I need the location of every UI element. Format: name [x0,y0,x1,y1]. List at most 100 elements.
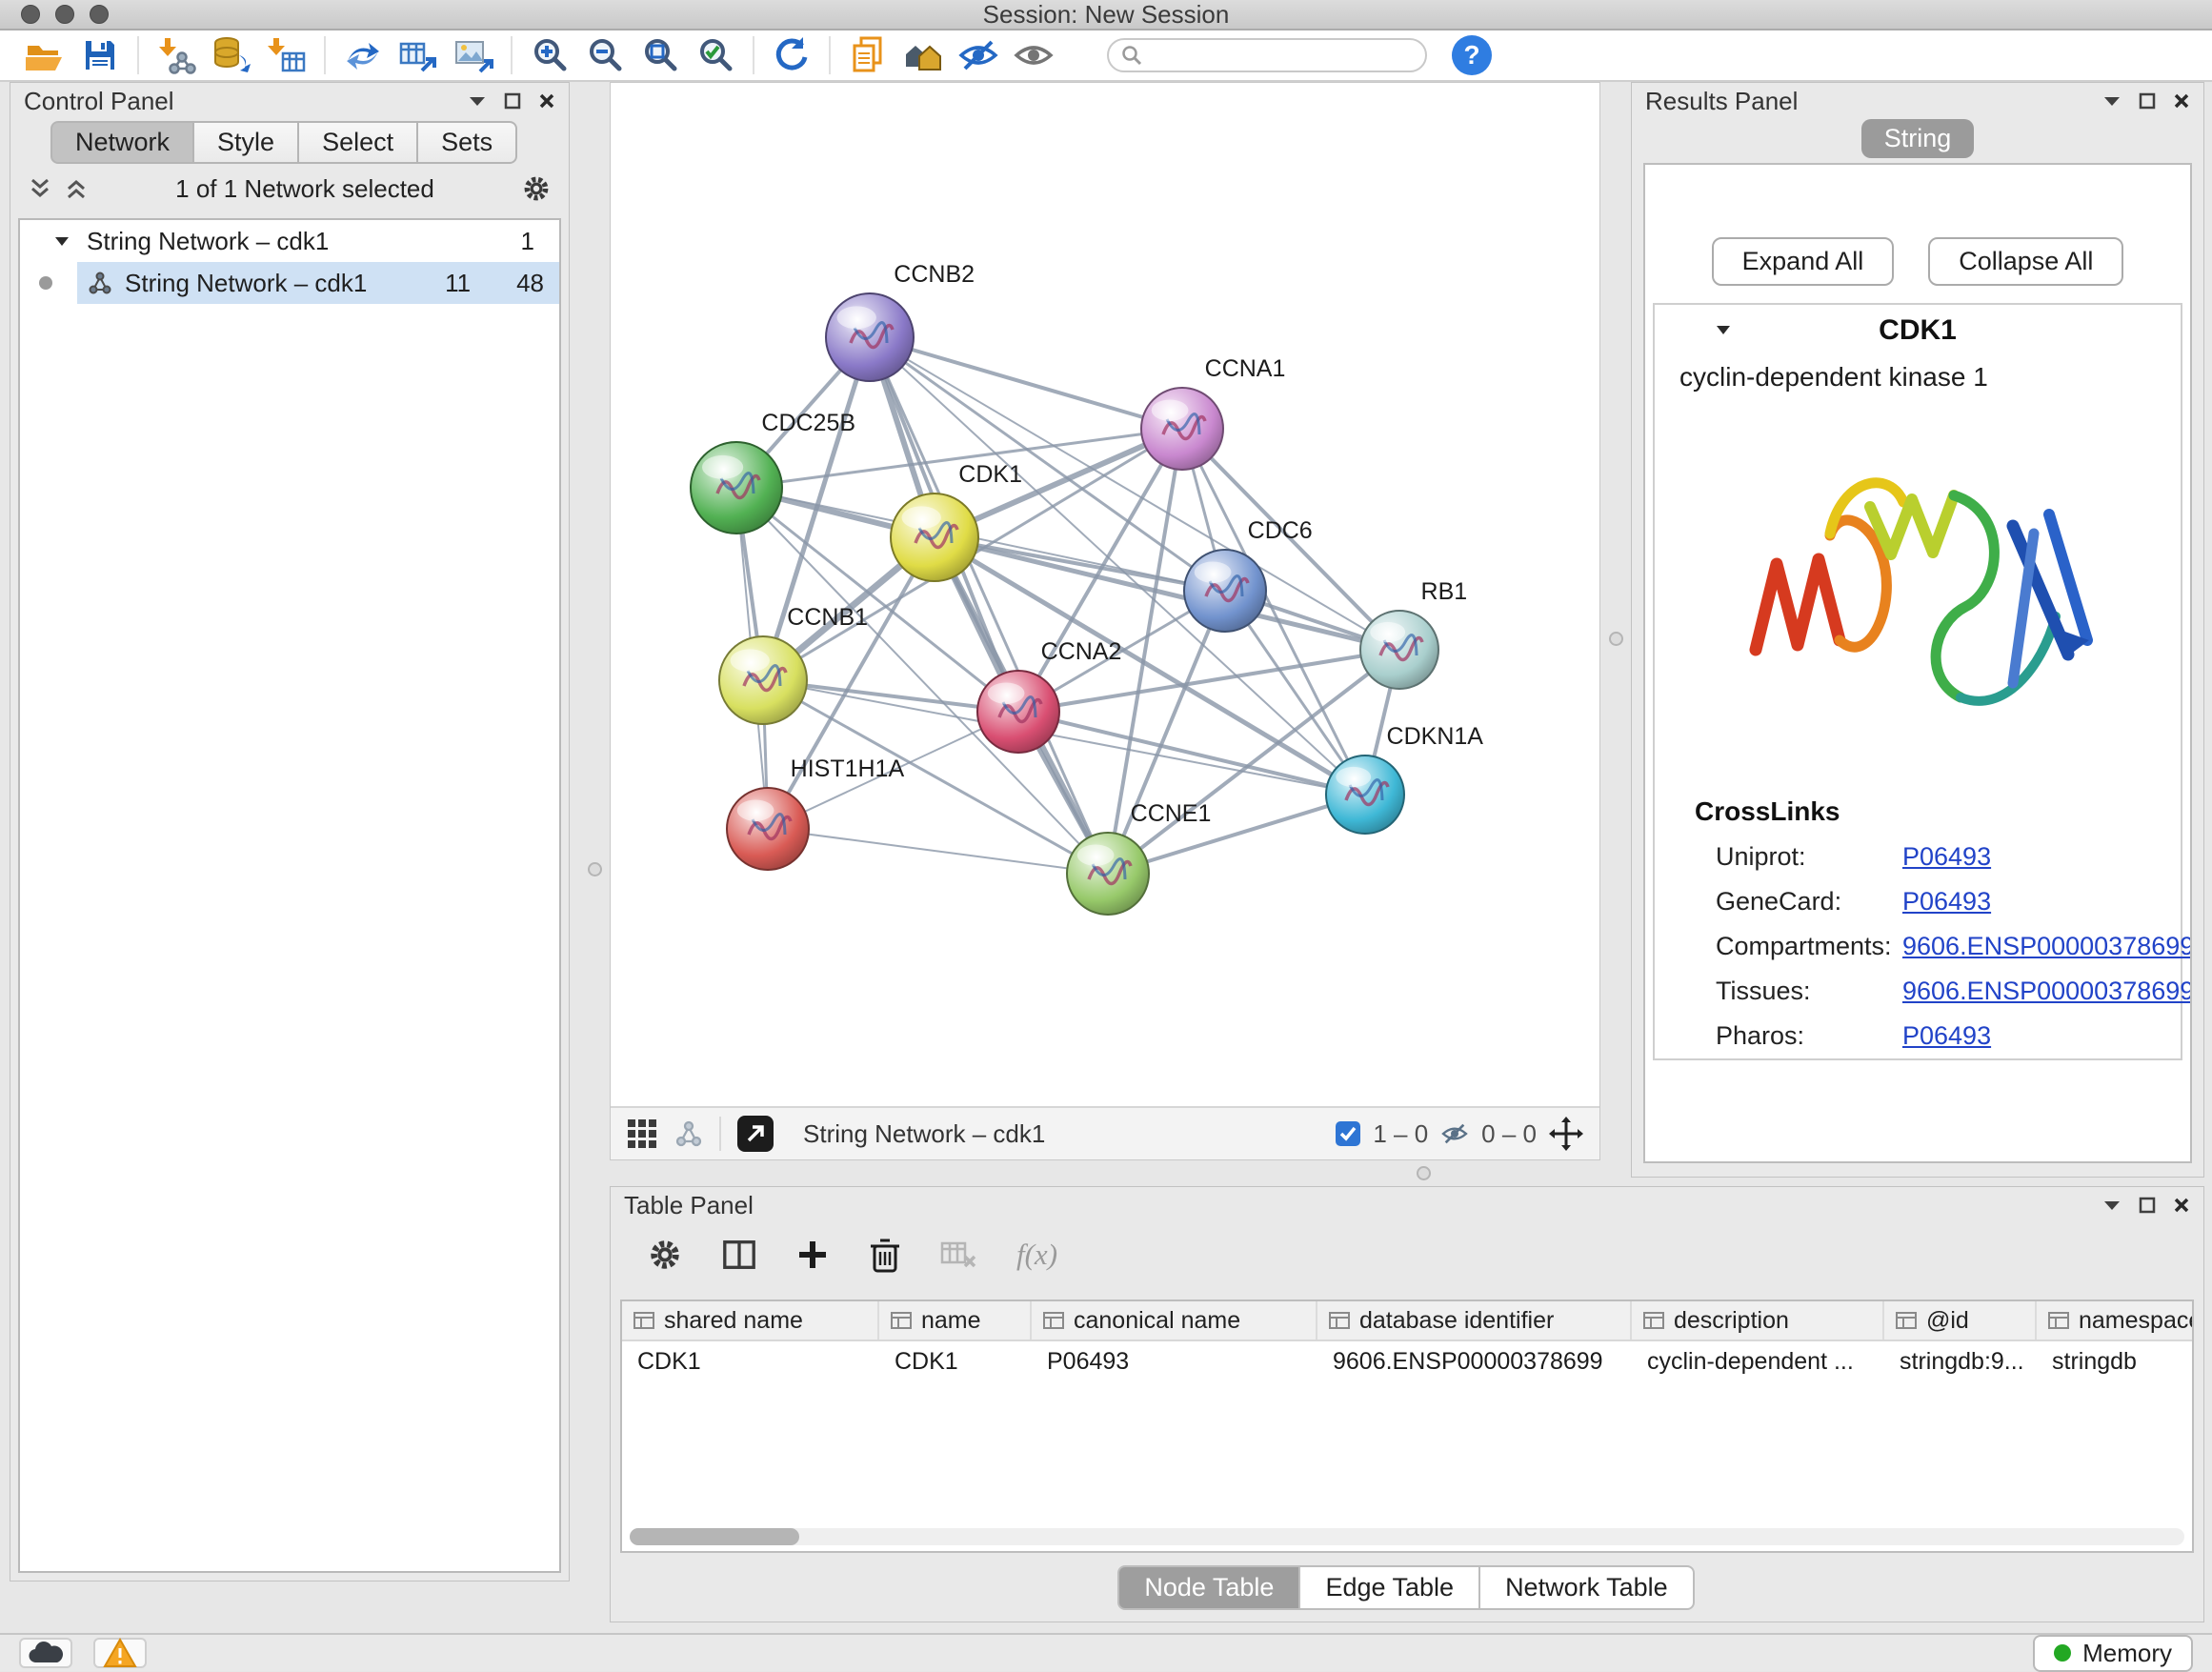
network-node-HIST1H1A[interactable] [727,788,809,870]
network-edge[interactable] [870,337,1108,874]
import-network-from-file-button[interactable] [149,32,204,78]
network-node-CCNE1[interactable] [1067,833,1149,915]
panel-float-icon[interactable] [2139,92,2156,110]
refresh-view-button[interactable] [764,32,819,78]
detach-view-icon[interactable] [736,1115,774,1153]
disclosure-triangle-icon[interactable] [54,235,70,247]
table-row[interactable]: CDK1CDK1P064939606.ENSP00000378699cyclin… [622,1341,2192,1381]
tab-network-table[interactable]: Network Table [1478,1565,1695,1610]
network-node-CDC25B[interactable] [691,442,782,534]
panel-menu-icon[interactable] [468,94,487,108]
string-home-button[interactable] [895,32,951,78]
cloud-button[interactable] [19,1638,72,1668]
network-node-CCNB1[interactable] [719,636,807,724]
minimize-window-button[interactable] [55,5,74,24]
panel-float-icon[interactable] [2139,1197,2156,1214]
expand-all-icon[interactable] [64,176,89,201]
table-cell[interactable]: 9606.ENSP00000378699 [1317,1348,1632,1376]
panel-close-icon[interactable] [2173,92,2190,110]
bottom-splitter-handle[interactable] [1417,1166,1431,1180]
panel-close-icon[interactable] [2173,1197,2190,1214]
crosslink-link[interactable]: 9606.ENSP00000378699 [1902,932,2192,961]
network-row[interactable]: String Network – cdk1 11 48 [20,262,559,304]
table-cell[interactable]: P06493 [1032,1348,1317,1376]
close-window-button[interactable] [21,5,40,24]
network-overview-icon[interactable] [674,1118,704,1149]
export-table-button[interactable] [391,32,446,78]
memory-button[interactable]: Memory [2033,1635,2193,1672]
tab-network[interactable]: Network [50,121,194,164]
network-node-CCNB2[interactable] [826,293,914,381]
network-node-CDKN1A[interactable] [1326,755,1404,834]
table-settings-gear-icon[interactable] [647,1237,683,1273]
column-header[interactable]: name [879,1301,1032,1340]
network-node-RB1[interactable] [1360,611,1438,689]
collapse-all-icon[interactable] [28,176,52,201]
table-cell[interactable]: CDK1 [622,1348,879,1376]
warnings-button[interactable] [93,1638,147,1668]
network-node-CCNA1[interactable] [1141,388,1223,470]
crosslink-link[interactable]: P06493 [1902,887,1991,917]
network-collection-row[interactable]: String Network – cdk1 1 [20,220,559,262]
left-splitter-handle[interactable] [588,862,602,876]
help-button[interactable]: ? [1452,35,1492,75]
pan-crosshair-icon[interactable] [1548,1116,1584,1152]
duplicate-document-button[interactable] [840,32,895,78]
search-input[interactable] [1143,42,1410,69]
network-edge[interactable] [935,537,1399,650]
right-splitter-handle[interactable] [1609,632,1623,646]
panel-float-icon[interactable] [504,92,521,110]
tab-sets[interactable]: Sets [416,121,517,164]
add-column-icon[interactable] [795,1238,830,1272]
toggle-glass-effect-button[interactable] [951,32,1006,78]
panel-menu-icon[interactable] [2102,1199,2122,1212]
import-table-from-file-button[interactable] [259,32,314,78]
export-image-button[interactable] [446,32,501,78]
collapse-all-button[interactable]: Collapse All [1928,237,2123,286]
column-header[interactable]: database identifier [1317,1301,1632,1340]
tab-edge-table[interactable]: Edge Table [1298,1565,1480,1610]
delete-column-icon[interactable] [868,1237,902,1273]
tab-style[interactable]: Style [192,121,299,164]
zoom-window-button[interactable] [90,5,109,24]
network-edge[interactable] [1018,712,1365,795]
crosslink-link[interactable]: 9606.ENSP00000378699 [1902,977,2192,1006]
zoom-out-button[interactable] [577,32,633,78]
select-columns-icon[interactable] [721,1237,757,1273]
open-session-button[interactable] [17,32,72,78]
table-cell[interactable]: cyclin-dependent ... [1632,1348,1884,1376]
crosslink-link[interactable]: P06493 [1902,842,1991,872]
crosslink-link[interactable]: P06493 [1902,1021,1991,1051]
disclosure-triangle-icon[interactable] [1716,324,1731,335]
column-header[interactable]: description [1632,1301,1884,1340]
network-edge[interactable] [768,829,1108,874]
clear-table-icon[interactable] [940,1238,978,1272]
network-node-CCNA2[interactable] [977,671,1059,753]
zoom-in-button[interactable] [522,32,577,78]
network-node-CDK1[interactable] [891,494,978,581]
tab-string[interactable]: String [1861,119,1975,158]
network-edge[interactable] [870,337,1399,650]
table-cell[interactable]: stringdb:9... [1884,1348,2037,1376]
column-header[interactable]: @id [1884,1301,2037,1340]
selected-network[interactable]: String Network – cdk1 11 48 [77,262,559,304]
zoom-fit-button[interactable] [633,32,688,78]
expand-all-button[interactable]: Expand All [1712,237,1895,286]
clone-network-button[interactable] [335,32,391,78]
column-header[interactable]: canonical name [1032,1301,1317,1340]
network-edge[interactable] [1108,591,1225,874]
column-header[interactable]: shared name [622,1301,879,1340]
column-header[interactable]: namespace [2037,1301,2194,1340]
gear-icon[interactable] [521,173,552,204]
panel-menu-icon[interactable] [2102,94,2122,108]
network-node-CDC6[interactable] [1184,550,1266,632]
tab-node-table[interactable]: Node Table [1117,1565,1300,1610]
function-builder-button[interactable]: f(x) [1016,1238,1057,1272]
birds-eye-view-icon[interactable] [626,1118,658,1150]
network-edge[interactable] [870,337,1182,429]
tab-select[interactable]: Select [297,121,418,164]
save-session-button[interactable] [72,32,128,78]
import-network-from-database-button[interactable] [204,32,259,78]
horizontal-scrollbar[interactable] [630,1528,2184,1545]
table-cell[interactable]: stringdb [2037,1348,2194,1376]
